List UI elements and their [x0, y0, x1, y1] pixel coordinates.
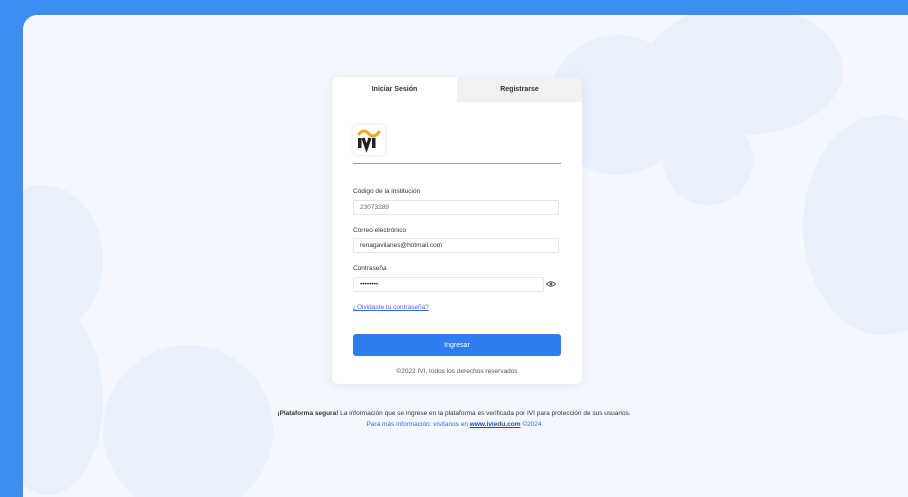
- decorative-blob: [643, 15, 843, 135]
- email-label: Correo electrónico: [353, 227, 407, 234]
- auth-tabs: Iniciar Sesión Registrarse: [332, 77, 582, 102]
- ivi-logo-icon: [357, 129, 381, 153]
- forgot-password-link[interactable]: ¿Olvidaste tu contraseña?: [353, 304, 429, 311]
- decorative-blob: [663, 115, 753, 205]
- eye-icon[interactable]: [546, 280, 556, 288]
- tab-login[interactable]: Iniciar Sesión: [332, 77, 457, 102]
- tab-register[interactable]: Registrarse: [457, 77, 582, 102]
- decorative-blob: [803, 115, 908, 335]
- institution-label: Código de la institución: [353, 188, 421, 195]
- more-info: Para más información: visítanos en www.i…: [0, 421, 908, 428]
- card-copyright: ©2022 IVI, todos los derechos reservados: [396, 368, 518, 375]
- decorative-blob: [23, 305, 103, 495]
- logo-divider: [353, 163, 561, 164]
- password-label: Contraseña: [353, 265, 387, 272]
- email-field[interactable]: renagavilanes@hotmail.com: [353, 238, 559, 253]
- secure-notice-title: ¡Plataforma segura!: [277, 410, 339, 417]
- ivi-logo: [353, 125, 385, 155]
- login-card: Iniciar Sesión Registrarse Código de la …: [332, 77, 582, 384]
- site-link[interactable]: www.iviedu.com: [470, 421, 521, 428]
- more-info-text: Para más información: visítanos en: [366, 421, 470, 428]
- footer-year: ©2024: [520, 421, 542, 428]
- institution-field[interactable]: 23073289: [353, 200, 559, 215]
- secure-notice-text: La información que se ingrese en la plat…: [338, 410, 631, 417]
- submit-button[interactable]: Ingresar: [353, 334, 561, 356]
- password-field[interactable]: ••••••••: [353, 277, 544, 292]
- secure-notice: ¡Plataforma segura! La información que s…: [0, 410, 908, 417]
